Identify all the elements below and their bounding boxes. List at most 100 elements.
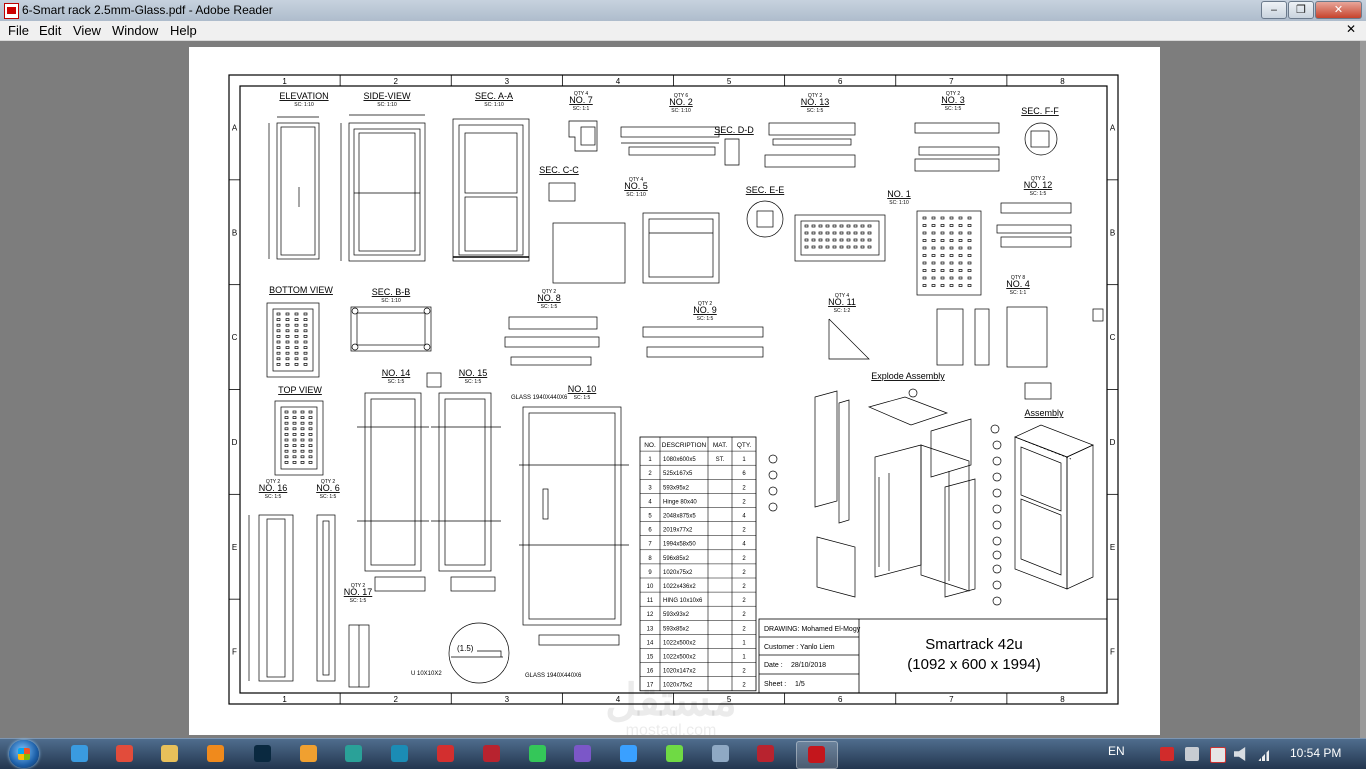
taskbar-adobe-reader-button[interactable] xyxy=(796,741,838,769)
tray-device-icon[interactable] xyxy=(1185,747,1199,761)
grid-row-label: D xyxy=(1110,438,1116,447)
view-qty: QTY 2 xyxy=(698,301,713,307)
view-qty: QTY 2 xyxy=(321,479,336,485)
part-15-detail xyxy=(431,392,501,592)
technical-drawing: 1122334455667788 A AB BC CD DE EF F NO. … xyxy=(228,74,1119,739)
grid-col-label: 8 xyxy=(1060,77,1065,86)
grid-col-label: 6 xyxy=(838,77,843,86)
glass-note-bottom: GLASS 1940X440X6 xyxy=(525,673,582,679)
bom-cell: 7 xyxy=(648,542,652,548)
bom-cell: 2 xyxy=(742,499,746,505)
bom-cell: 9 xyxy=(648,570,652,576)
bom-cell: 525x167x5 xyxy=(663,471,693,477)
view-scale: SC: 1:5 xyxy=(465,379,482,385)
view-title: ELEVATION xyxy=(279,91,328,101)
taskbar-photoshop-button[interactable] xyxy=(243,741,283,767)
start-button[interactable] xyxy=(9,740,39,768)
view-title: SEC. B-B xyxy=(372,287,411,297)
clock[interactable]: 10:54 PM xyxy=(1290,746,1341,760)
grid-row-label: E xyxy=(1110,543,1115,552)
view-qty: QTY 2 xyxy=(266,479,281,485)
view-scale: SC: 1:10 xyxy=(484,102,504,108)
menu-view[interactable]: View xyxy=(73,23,101,38)
close-button[interactable]: ✕ xyxy=(1315,1,1362,19)
drawing-outer-frame xyxy=(228,74,1119,705)
part-3-detail xyxy=(914,122,1058,172)
network-warning-icon[interactable] xyxy=(1210,747,1226,763)
explorer-icon xyxy=(161,745,178,762)
grid-row-label: B xyxy=(232,228,237,237)
top-view xyxy=(274,400,324,476)
detail-circle-label: (1.5) xyxy=(457,644,474,653)
tray-app-icon[interactable] xyxy=(1160,747,1174,761)
taskbar-upwork-button[interactable] xyxy=(655,741,695,767)
view-scale: SC: 1:5 xyxy=(807,108,824,114)
volume-icon[interactable] xyxy=(1234,747,1246,761)
vertical-scrollbar[interactable] xyxy=(1360,41,1366,738)
taskbar-app-cloud-button[interactable] xyxy=(609,741,649,767)
grid-col-label: 7 xyxy=(949,77,954,86)
taskbar-explorer-button[interactable] xyxy=(150,741,190,767)
grid-col-label: 6 xyxy=(838,695,843,704)
minimize-button[interactable]: ‒ xyxy=(1261,1,1287,19)
maximize-button[interactable]: ❐ xyxy=(1288,1,1314,19)
menu-edit[interactable]: Edit xyxy=(39,23,61,38)
view-scale: SC: 1:5 xyxy=(541,304,558,310)
bom-cell: 2 xyxy=(742,528,746,534)
view-scale: SC: 1:10 xyxy=(381,298,401,304)
part-17-detail xyxy=(348,624,370,688)
bom-cell: HING 10x10x6 xyxy=(663,598,703,604)
view-scale: SC: 1:5 xyxy=(320,494,337,500)
view-title: SEC. A-A xyxy=(475,91,513,101)
menu-help[interactable]: Help xyxy=(170,23,197,38)
view-title: SIDE-VIEW xyxy=(363,91,411,101)
taskbar-solidworks-2-button[interactable] xyxy=(746,741,786,767)
bom-cell: 2 xyxy=(742,598,746,604)
menu-window[interactable]: Window xyxy=(112,23,158,38)
bom-cell: 15 xyxy=(647,655,654,661)
grid-col-label: 3 xyxy=(505,77,510,86)
taskbar-app-arrow-button[interactable] xyxy=(380,741,420,767)
view-scale: SC: 1:10 xyxy=(889,200,909,206)
taskbar-viber-button[interactable] xyxy=(563,741,603,767)
bom-header: DESCRIPTION xyxy=(662,442,707,449)
bom-cell: 4 xyxy=(648,499,652,505)
view-qty: QTY 2 xyxy=(542,289,557,295)
part-5-detail xyxy=(552,212,720,284)
part-14-detail xyxy=(357,372,442,592)
part-6-detail xyxy=(316,514,336,682)
app-a-icon xyxy=(300,745,317,762)
taskbar-app-3-button[interactable] xyxy=(334,741,374,767)
taskbar-chrome-button[interactable] xyxy=(105,741,145,767)
taskbar-solidworks-button[interactable] xyxy=(472,741,512,767)
bom-cell: 2 xyxy=(648,471,652,477)
bom-cell: 1022x436x2 xyxy=(663,584,696,590)
bom-cell: 1020x75x2 xyxy=(663,570,693,576)
taskbar-calculator-button[interactable] xyxy=(701,741,741,767)
glass-note-top: GLASS 1940X440X6 xyxy=(511,395,568,401)
taskbar-ie-button[interactable] xyxy=(60,741,100,767)
taskbar-whatsapp-button[interactable] xyxy=(518,741,558,767)
language-indicator[interactable]: EN xyxy=(1108,744,1125,758)
bom-cell: 6 xyxy=(742,471,746,477)
menu-file[interactable]: File xyxy=(8,23,29,38)
media-player-icon xyxy=(207,745,224,762)
part-8-detail xyxy=(504,316,600,366)
document-close-button[interactable]: ✕ xyxy=(1346,22,1356,36)
grid-row-label: C xyxy=(1110,333,1116,342)
taskbar-acrobat-a-button[interactable] xyxy=(426,741,466,767)
grid-col-label: 2 xyxy=(393,77,398,86)
view-scale: SC: 1:10 xyxy=(294,102,314,108)
watermark-logo: مستقل xyxy=(605,676,737,725)
taskbar: EN 10:54 PM xyxy=(0,738,1366,769)
view-scale: SC: 1:5 xyxy=(388,379,405,385)
view-title: NO. 10 xyxy=(568,384,597,394)
signal-icon[interactable] xyxy=(1258,747,1272,761)
window-title: 6-Smart rack 2.5mm-Glass.pdf - Adobe Rea… xyxy=(22,3,273,17)
assembly-iso xyxy=(1014,424,1094,590)
title-block-date-label: Date : xyxy=(764,662,783,669)
taskbar-app-a-button[interactable] xyxy=(289,741,329,767)
pdf-page[interactable]: 1122334455667788 AABBCCDDEEFF NO. DESCRI… xyxy=(189,47,1160,739)
bom-cell: 4 xyxy=(742,514,746,520)
taskbar-media-player-button[interactable] xyxy=(196,741,236,767)
